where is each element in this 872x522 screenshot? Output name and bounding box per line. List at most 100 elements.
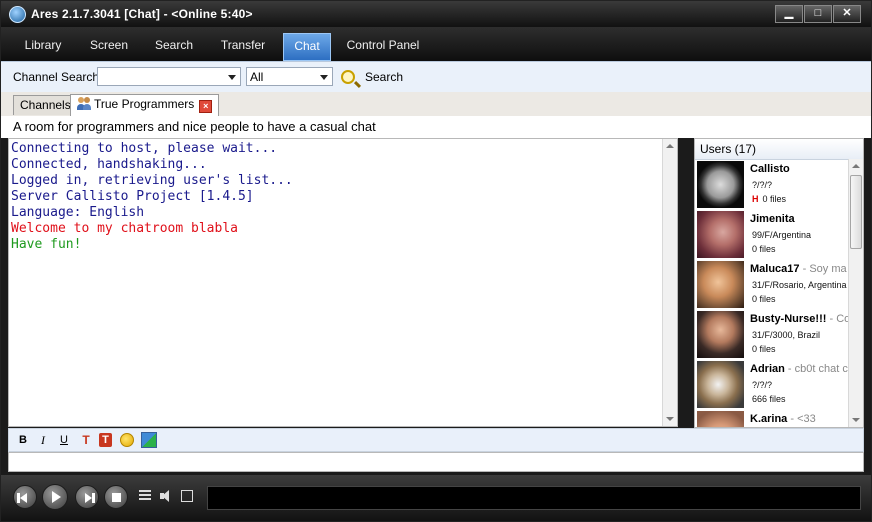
chat-line: Connecting to host, please wait... — [11, 141, 278, 156]
search-icon — [341, 70, 355, 84]
ares-logo-icon — [9, 6, 26, 23]
user-item[interactable]: K.arina - <33 — [695, 410, 848, 427]
chevron-down-icon[interactable] — [320, 75, 328, 80]
search-button[interactable]: Search — [341, 67, 403, 87]
user-file-count: 0 files — [762, 194, 787, 204]
user-item[interactable]: Jimenita 99/F/Argentina 0 files — [695, 210, 848, 260]
scroll-down-icon[interactable] — [666, 417, 674, 421]
close-tab-icon[interactable]: × — [199, 100, 213, 113]
window-title: Ares 2.1.7.3041 [Chat] - <Online 5:40> — [31, 7, 253, 21]
channel-filter-select[interactable]: All — [246, 67, 333, 86]
user-name-text: Adrian — [750, 363, 785, 375]
user-item[interactable]: Maluca17 - Soy ma 31/F/Rosario, Argentin… — [695, 260, 848, 310]
user-name: Adrian - cb0t chat clie — [750, 363, 859, 375]
bold-button[interactable]: B — [15, 432, 31, 448]
background-color-button[interactable]: T — [99, 433, 112, 447]
playlist-icon[interactable] — [139, 490, 151, 502]
channel-search-input[interactable] — [97, 67, 241, 86]
title-bar[interactable]: Ares 2.1.7.3041 [Chat] - <Online 5:40> ▁… — [1, 1, 871, 27]
close-button[interactable]: ✕ — [833, 5, 861, 23]
tab-channels[interactable]: Channels — [13, 95, 78, 115]
emoticon-icon[interactable] — [120, 433, 134, 447]
scroll-down-icon[interactable] — [852, 418, 860, 422]
chevron-down-icon[interactable] — [228, 75, 236, 80]
video-window-icon[interactable] — [181, 490, 193, 502]
host-badge: H — [752, 194, 759, 204]
avatar — [697, 311, 744, 358]
user-name: Maluca17 - Soy ma — [750, 263, 847, 275]
chat-lines: Connecting to host, please wait... Conne… — [9, 139, 677, 253]
play-button[interactable] — [42, 484, 68, 510]
menu-chat[interactable]: Chat — [283, 33, 331, 61]
menu-control-panel[interactable]: Control Panel — [343, 33, 423, 59]
previous-track-button[interactable] — [13, 485, 37, 509]
user-file-count: 666 files — [752, 394, 786, 404]
volume-icon[interactable] — [159, 490, 171, 502]
user-file-count: 0 files — [752, 294, 776, 304]
user-name: K.arina - <33 — [750, 413, 816, 425]
chat-line: Logged in, retrieving user's list... — [11, 173, 293, 188]
user-name: Jimenita — [750, 213, 795, 225]
app-window: Ares 2.1.7.3041 [Chat] - <Online 5:40> ▁… — [0, 0, 872, 522]
user-personal-message: - <33 — [790, 413, 816, 425]
menu-library[interactable]: Library — [19, 33, 67, 59]
channel-search-toolbar: Channel Search: All Search — [1, 61, 871, 93]
user-item[interactable]: Adrian - cb0t chat clie ?/?/? 666 files — [695, 360, 859, 410]
channel-search-label: Channel Search: — [13, 70, 103, 84]
user-info: 31/F/Rosario, Argentina — [752, 280, 847, 290]
chat-scrollbar[interactable] — [662, 139, 677, 426]
color-palette-icon[interactable] — [141, 432, 157, 448]
user-name: Busty-Nurse!!! - Co — [750, 313, 850, 325]
chat-line: Server Callisto Project [1.4.5] — [11, 189, 254, 204]
chat-log[interactable]: Connecting to host, please wait... Conne… — [8, 138, 678, 427]
scroll-up-icon[interactable] — [852, 164, 860, 168]
now-playing-display — [207, 486, 861, 510]
user-personal-message: - Soy ma — [802, 263, 847, 275]
menu-search[interactable]: Search — [149, 33, 199, 59]
chat-line: Connected, handshaking... — [11, 157, 207, 172]
room-topic: A room for programmers and nice people t… — [1, 116, 871, 138]
tab-true-programmers[interactable]: True Programmers × — [70, 94, 220, 116]
user-name-text: K.arina — [750, 413, 788, 425]
user-info: ?/?/? — [752, 180, 773, 190]
chat-line: Language: English — [11, 205, 145, 220]
user-item[interactable]: Callisto ?/?/? H0 files — [695, 160, 848, 210]
users-header[interactable]: Users (17) — [695, 139, 863, 160]
stop-button[interactable] — [104, 485, 128, 509]
text-color-button[interactable]: T — [78, 432, 94, 448]
chat-line: Welcome to my chatroom blabla — [11, 221, 238, 236]
scroll-up-icon[interactable] — [666, 144, 674, 148]
user-file-count: 0 files — [752, 344, 776, 354]
maximize-button[interactable]: □ — [804, 5, 832, 23]
user-name-text: Maluca17 — [750, 263, 800, 275]
channel-filter-value: All — [250, 70, 264, 84]
minimize-button[interactable]: ▁ — [775, 5, 803, 23]
scroll-thumb[interactable] — [850, 175, 862, 249]
avatar — [697, 261, 744, 308]
search-button-label: Search — [365, 70, 404, 84]
format-toolbar: B I U T T — [8, 428, 864, 452]
avatar — [697, 211, 744, 258]
user-list-scrollbar[interactable] — [848, 159, 863, 427]
user-info: 99/F/Argentina — [752, 230, 812, 240]
window-controls: ▁ □ ✕ — [774, 5, 861, 23]
user-files: H0 files — [752, 194, 786, 204]
menu-screen[interactable]: Screen — [85, 33, 133, 59]
underline-button[interactable]: U — [56, 432, 72, 448]
user-name-text: Busty-Nurse!!! — [750, 313, 827, 325]
user-info: 31/F/3000, Brazil — [752, 330, 821, 340]
user-file-count: 0 files — [752, 244, 776, 254]
media-player-bar — [1, 475, 871, 521]
tab-label: True Programmers — [94, 97, 195, 111]
user-item[interactable]: Busty-Nurse!!! - Co 31/F/3000, Brazil 0 … — [695, 310, 850, 360]
user-info: ?/?/? — [752, 380, 773, 390]
next-track-button[interactable] — [75, 485, 99, 509]
room-tabs: Channels True Programmers × — [1, 92, 871, 117]
avatar — [697, 411, 744, 427]
user-list-panel: Users (17) Callisto ?/?/? H0 files Jimen… — [694, 138, 864, 428]
menu-transfer[interactable]: Transfer — [215, 33, 271, 59]
users-icon — [77, 97, 91, 110]
italic-button[interactable]: I — [35, 432, 51, 448]
chat-message-input[interactable] — [8, 452, 864, 472]
main-menu: Library Screen Search Transfer Chat Cont… — [1, 27, 871, 61]
